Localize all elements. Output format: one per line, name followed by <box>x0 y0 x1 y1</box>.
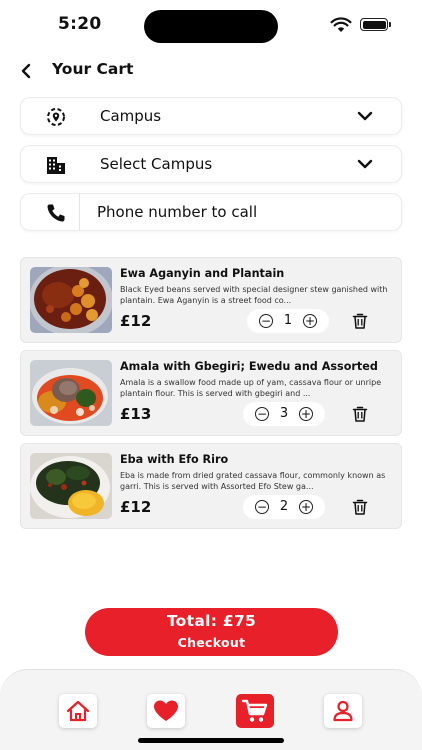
trash-icon[interactable] <box>351 498 369 516</box>
trash-icon[interactable] <box>351 405 369 423</box>
nav-home-button[interactable] <box>59 694 97 728</box>
cart-item: Eba with Efo Riro Eba is made from dried… <box>20 443 402 529</box>
select-campus-dropdown[interactable]: Select Campus <box>20 145 402 183</box>
item-name: Amala with Gbegiri; Ewedu and Assorted <box>120 360 378 373</box>
food-image <box>30 360 112 426</box>
page-title: Your Cart <box>52 60 134 78</box>
trash-icon[interactable] <box>351 312 369 330</box>
item-price: £12 <box>120 312 152 330</box>
checkout-label: Checkout <box>177 635 246 650</box>
heart-icon <box>154 700 178 721</box>
profile-icon <box>333 700 353 722</box>
quantity-stepper: − 1 + <box>247 309 329 333</box>
nav-favorites-button[interactable] <box>147 694 185 728</box>
cart-item: Amala with Gbegiri; Ewedu and Assorted A… <box>20 350 402 436</box>
campus-dropdown-value: Campus <box>100 107 162 125</box>
phone-icon <box>47 204 65 222</box>
home-icon <box>66 700 90 722</box>
status-time: 5:20 <box>58 14 102 34</box>
location-target-icon <box>47 108 65 126</box>
battery-icon <box>360 18 391 31</box>
select-campus-value: Select Campus <box>100 155 213 173</box>
increase-quantity-button[interactable]: + <box>303 314 317 328</box>
item-name: Ewa Aganyin and Plantain <box>120 267 285 280</box>
chevron-down-icon <box>357 111 373 121</box>
cart-item: Ewa Aganyin and Plantain Black Eyed bean… <box>20 257 402 343</box>
dynamic-island <box>144 10 278 43</box>
home-indicator <box>138 738 284 743</box>
phone-input[interactable] <box>97 201 387 223</box>
campus-dropdown[interactable]: Campus <box>20 97 402 135</box>
quantity-stepper: − 3 + <box>243 402 325 426</box>
checkout-button[interactable]: Total: £75 Checkout <box>85 608 338 656</box>
wifi-icon <box>330 17 352 32</box>
food-image <box>30 267 112 333</box>
cart-icon <box>241 699 268 722</box>
phone-field <box>20 193 402 231</box>
nav-profile-button[interactable] <box>324 694 362 728</box>
status-bar: 5:20 <box>0 0 422 52</box>
item-name: Eba with Efo Riro <box>120 453 229 466</box>
item-description: Amala is a swallow food made up of yam, … <box>120 378 382 398</box>
increase-quantity-button[interactable]: + <box>299 500 313 514</box>
checkout-total: Total: £75 <box>166 612 257 630</box>
chevron-down-icon <box>357 159 373 169</box>
food-image <box>30 453 112 519</box>
header: Your Cart <box>0 56 422 86</box>
item-description: Black Eyed beans served with special des… <box>120 285 388 305</box>
increase-quantity-button[interactable]: + <box>299 407 313 421</box>
item-price: £12 <box>120 498 152 516</box>
item-description: Eba is made from dried grated cassava fl… <box>120 471 386 491</box>
back-button[interactable] <box>17 60 35 82</box>
nav-cart-button[interactable] <box>236 694 274 728</box>
quantity-stepper: − 2 + <box>243 495 325 519</box>
item-price: £13 <box>120 405 152 423</box>
chevron-left-icon <box>21 63 31 79</box>
phone-field-divider <box>79 194 80 230</box>
building-icon <box>47 157 65 174</box>
